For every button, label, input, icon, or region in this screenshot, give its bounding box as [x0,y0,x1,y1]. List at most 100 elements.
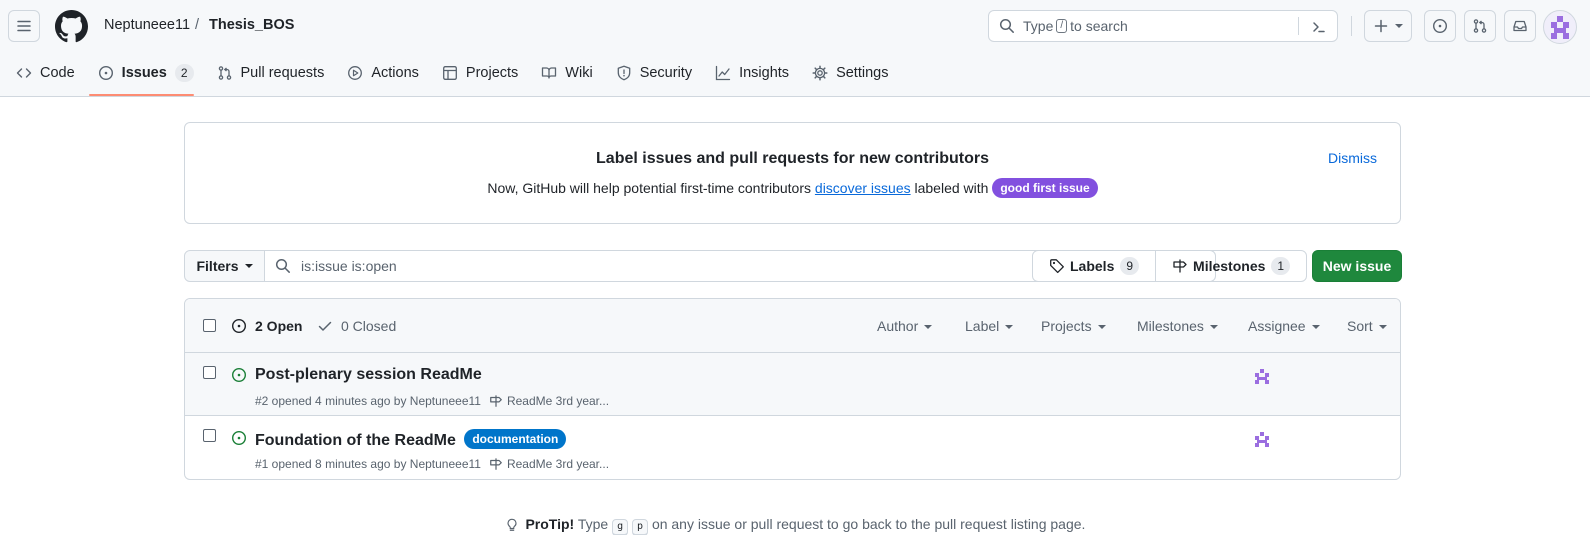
assignee-filter[interactable]: Assignee [1248,318,1320,334]
dismiss-button[interactable]: Dismiss [1328,150,1377,166]
tab-label: Projects [465,65,519,81]
create-new-button[interactable] [1364,10,1412,42]
milestones-count: 1 [1271,257,1291,275]
filter-query: is:issue is:open [301,258,397,274]
tab-pull-requests[interactable]: Pull requests [217,65,325,81]
issue-meta: #2 opened 4 minutes ago by Neptuneee11 R… [255,394,609,408]
filters-label: Filters [196,258,239,274]
assignee-avatar[interactable] [1252,430,1272,450]
issue-title[interactable]: Post-plenary session ReadMe [255,366,482,384]
issue-opened-icon [231,430,247,446]
play-icon [348,66,363,80]
milestones-button[interactable]: Milestones 1 [1155,251,1306,281]
issue-opened-icon [1432,18,1448,34]
issue-opened-icon [98,65,113,81]
inbox-button[interactable] [1504,10,1536,42]
sort-filter[interactable]: Sort [1347,318,1387,334]
milestones-filter-label: Milestones [1137,318,1204,334]
new-issue-button[interactable]: New issue [1312,250,1402,282]
issue-title[interactable]: Foundation of the ReadMe [255,432,456,449]
key-p: p [632,519,649,535]
search-placeholder-suffix: to search [1070,18,1128,34]
tab-projects[interactable]: Projects [442,65,518,81]
breadcrumb-separator: / [195,17,200,33]
github-logo-icon[interactable] [55,10,88,43]
closed-filter[interactable]: 0 Closed [317,318,396,334]
author-filter[interactable]: Author [877,318,933,334]
tab-wiki[interactable]: Wiki [541,65,593,81]
protip-label: ProTip! [525,516,575,532]
issue-row[interactable]: Foundation of the ReadMe documentation #… [185,416,1400,479]
author-filter-label: Author [877,318,919,334]
tab-label: Code [40,65,75,81]
labels-count: 9 [1120,257,1140,275]
chevron-down-icon [1209,325,1218,330]
search-placeholder-prefix: Type [1023,18,1054,34]
chevron-down-icon [1378,325,1387,330]
labels-button[interactable]: Labels 9 [1033,251,1155,281]
issues-list-header: 2 Open 0 Closed Author Label Projects Mi… [185,299,1400,353]
issue-title-wrap: Foundation of the ReadMe documentation [255,429,567,450]
issue-meta: #1 opened 8 minutes ago by Neptuneee11 R… [255,457,609,471]
milestones-filter[interactable]: Milestones [1137,318,1218,334]
issue-milestone[interactable]: ReadMe 3rd year... [507,457,609,471]
tab-label: Pull requests [240,65,325,81]
discover-issues-link[interactable]: discover issues [815,180,911,196]
check-icon [318,321,332,331]
protip-after: on any issue or pull request to go back … [651,516,1086,532]
tag-icon [1050,259,1064,274]
protip-before: Type [577,516,609,532]
breadcrumb-repo[interactable]: Thesis_BOS [209,17,294,33]
tab-insights[interactable]: Insights [715,65,789,81]
tab-label: Security [639,65,693,81]
issue-milestone[interactable]: ReadMe 3rd year... [507,394,609,408]
tab-label: Actions [371,65,419,81]
tab-actions[interactable]: Actions [347,65,419,81]
closed-count: 0 Closed [341,318,397,334]
labels-milestones-group: Labels 9 Milestones 1 [1032,250,1308,282]
code-icon [16,68,32,78]
assignee-avatar[interactable] [1252,367,1272,387]
select-all-checkbox[interactable] [203,319,216,332]
breadcrumb-owner[interactable]: Neptuneee11 [104,17,190,33]
chevron-down-icon [924,325,933,330]
inbox-icon [1513,20,1527,32]
assignee-filter-label: Assignee [1248,318,1306,334]
issue-row[interactable]: Post-plenary session ReadMe #2 opened 4 … [185,353,1400,416]
label-filter[interactable]: Label [965,318,1014,334]
issue-checkbox[interactable] [203,429,216,442]
menu-button[interactable] [8,10,40,42]
issues-button[interactable] [1424,10,1456,42]
chevron-down-icon [1395,24,1403,28]
open-count: 2 Open [255,318,303,334]
projects-filter-label: Projects [1041,318,1092,334]
tab-code[interactable]: Code [16,65,75,81]
issues-list: 2 Open 0 Closed Author Label Projects Mi… [184,298,1401,480]
plus-icon [1374,19,1388,33]
search-input[interactable]: Type / to search [988,10,1338,42]
projects-filter[interactable]: Projects [1041,318,1106,334]
git-pull-request-icon [218,66,231,80]
banner-text: Now, GitHub will help potential first-ti… [185,178,1400,198]
chevron-down-icon [1097,325,1106,330]
tab-settings[interactable]: Settings [812,65,888,81]
labels-label: Labels [1070,258,1115,274]
good-first-issue-label[interactable]: good first issue [992,178,1098,198]
chevron-down-icon [244,264,253,268]
documentation-label[interactable]: documentation [464,429,567,449]
tab-issues[interactable]: Issues 2 [98,64,194,82]
banner-text-before: Now, GitHub will help potential first-ti… [487,180,812,196]
command-palette-icon[interactable] [1311,19,1327,35]
issue-checkbox[interactable] [203,366,216,379]
open-filter[interactable]: 2 Open [231,318,302,334]
tab-security[interactable]: Security [616,65,692,81]
light-bulb-icon [507,518,517,531]
shield-icon [617,65,631,81]
search-icon [999,18,1014,33]
user-avatar[interactable] [1543,10,1577,44]
milestones-label: Milestones [1193,258,1266,274]
header-divider [1351,16,1352,36]
search-shortcut-key: / [1056,19,1068,33]
pull-requests-button[interactable] [1464,10,1496,42]
filters-button[interactable]: Filters [185,251,265,281]
